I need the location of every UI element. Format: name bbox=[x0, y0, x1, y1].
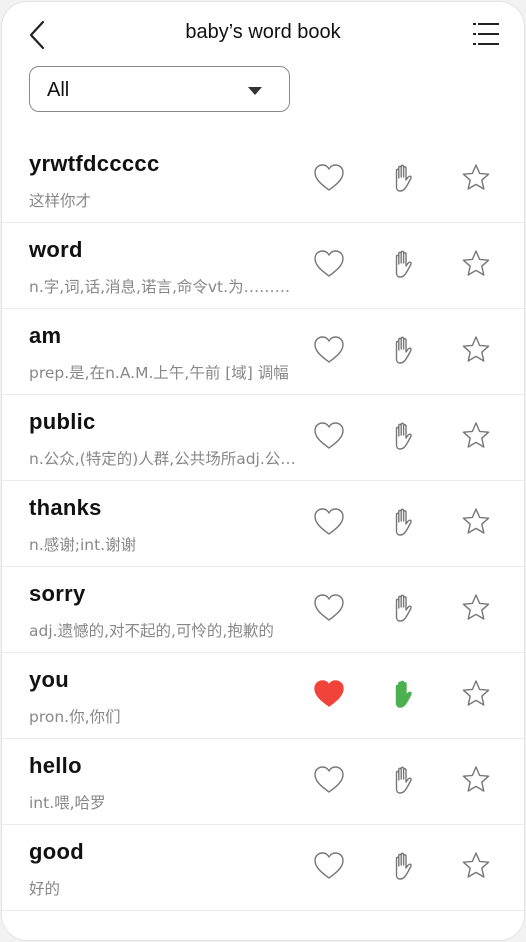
favorite-button[interactable] bbox=[312, 763, 346, 797]
word-meaning: n.感谢;int.谢谢 bbox=[29, 536, 137, 554]
word-row[interactable]: you pron.你,你们 bbox=[2, 653, 524, 739]
word-row[interactable]: good 好的 bbox=[2, 825, 524, 911]
heart-icon bbox=[314, 680, 344, 707]
favorite-button[interactable] bbox=[312, 333, 346, 367]
word-row[interactable]: thanks n.感谢;int.谢谢 bbox=[2, 481, 524, 567]
star-icon bbox=[462, 422, 490, 448]
star-button[interactable] bbox=[459, 333, 493, 367]
hand-icon bbox=[395, 594, 412, 622]
word-row[interactable]: am prep.是,在n.A.M.上午,午前 [域] 调幅 bbox=[2, 309, 524, 395]
word-text: yrwtfdccccc bbox=[29, 151, 160, 176]
word-text: good bbox=[29, 839, 84, 864]
star-button[interactable] bbox=[459, 677, 493, 711]
word-row[interactable]: yrwtfdccccc 这样你才 bbox=[2, 137, 524, 223]
star-button[interactable] bbox=[459, 161, 493, 195]
word-text: thanks bbox=[29, 495, 102, 520]
menu-button[interactable] bbox=[470, 19, 502, 49]
favorite-button[interactable] bbox=[312, 849, 346, 883]
star-icon bbox=[462, 250, 490, 276]
heart-icon bbox=[314, 422, 344, 449]
star-icon bbox=[462, 164, 490, 190]
word-row[interactable]: sorry adj.遗憾的,对不起的,可怜的,抱歉的 bbox=[2, 567, 524, 653]
hand-icon bbox=[395, 164, 412, 192]
word-row[interactable]: word n.字,词,话,消息,诺言,命令vt.为……措辞 bbox=[2, 223, 524, 309]
hand-icon bbox=[395, 422, 412, 450]
favorite-button[interactable] bbox=[312, 591, 346, 625]
star-icon bbox=[462, 336, 490, 362]
page-title: baby’s word book bbox=[185, 21, 341, 43]
star-button[interactable] bbox=[459, 419, 493, 453]
heart-icon bbox=[314, 852, 344, 879]
filter-selected-value: All bbox=[47, 79, 70, 101]
known-button[interactable] bbox=[386, 591, 420, 625]
heart-icon bbox=[314, 766, 344, 793]
favorite-button[interactable] bbox=[312, 677, 346, 711]
hand-icon bbox=[395, 852, 412, 880]
list-menu-icon bbox=[473, 23, 499, 45]
hand-icon bbox=[395, 250, 412, 278]
star-icon bbox=[462, 594, 490, 620]
word-meaning: n.公众,(特定的)人群,公共场所adj.公共的 bbox=[29, 450, 303, 468]
header: baby’s word book bbox=[2, 2, 524, 64]
star-button[interactable] bbox=[459, 591, 493, 625]
word-text: word bbox=[29, 237, 83, 262]
word-text: you bbox=[29, 667, 70, 692]
hand-icon bbox=[395, 336, 412, 364]
word-meaning: pron.你,你们 bbox=[29, 708, 121, 726]
favorite-button[interactable] bbox=[312, 419, 346, 453]
known-button[interactable] bbox=[386, 763, 420, 797]
word-row[interactable]: public n.公众,(特定的)人群,公共场所adj.公共的 bbox=[2, 395, 524, 481]
heart-icon bbox=[314, 250, 344, 277]
star-icon bbox=[462, 766, 490, 792]
favorite-button[interactable] bbox=[312, 505, 346, 539]
word-meaning: 好的 bbox=[29, 880, 61, 898]
heart-icon bbox=[314, 508, 344, 535]
star-button[interactable] bbox=[459, 849, 493, 883]
star-icon bbox=[462, 680, 490, 706]
star-icon bbox=[462, 508, 490, 534]
word-meaning: prep.是,在n.A.M.上午,午前 [域] 调幅 bbox=[29, 364, 289, 382]
star-button[interactable] bbox=[459, 247, 493, 281]
known-button[interactable] bbox=[386, 161, 420, 195]
word-meaning: n.字,词,话,消息,诺言,命令vt.为……措辞 bbox=[29, 278, 303, 296]
word-text: am bbox=[29, 323, 62, 348]
star-button[interactable] bbox=[459, 763, 493, 797]
word-meaning: adj.遗憾的,对不起的,可怜的,抱歉的 bbox=[29, 622, 274, 640]
filter-dropdown[interactable]: All bbox=[29, 66, 290, 112]
word-text: public bbox=[29, 409, 96, 434]
hand-icon bbox=[395, 766, 412, 794]
known-button[interactable] bbox=[386, 419, 420, 453]
favorite-button[interactable] bbox=[312, 247, 346, 281]
hand-icon bbox=[395, 508, 412, 536]
heart-icon bbox=[314, 164, 344, 191]
known-button[interactable] bbox=[386, 333, 420, 367]
known-button[interactable] bbox=[386, 505, 420, 539]
word-meaning: 这样你才 bbox=[29, 192, 92, 210]
dropdown-caret-icon bbox=[248, 87, 262, 95]
phone-frame: baby’s word book All yrwtfdccccc 这样你才 wo… bbox=[1, 1, 525, 941]
word-meaning: int.喂,哈罗 bbox=[29, 794, 106, 812]
word-list: yrwtfdccccc 这样你才 word n.字,词,话,消息,诺言,命令vt… bbox=[2, 137, 524, 911]
favorite-button[interactable] bbox=[312, 161, 346, 195]
word-text: sorry bbox=[29, 581, 86, 606]
word-row[interactable]: hello int.喂,哈罗 bbox=[2, 739, 524, 825]
heart-icon bbox=[314, 594, 344, 621]
heart-icon bbox=[314, 336, 344, 363]
known-button[interactable] bbox=[386, 849, 420, 883]
hand-icon bbox=[395, 680, 412, 708]
star-icon bbox=[462, 852, 490, 878]
word-text: hello bbox=[29, 753, 82, 778]
known-button[interactable] bbox=[386, 247, 420, 281]
star-button[interactable] bbox=[459, 505, 493, 539]
known-button[interactable] bbox=[386, 677, 420, 711]
